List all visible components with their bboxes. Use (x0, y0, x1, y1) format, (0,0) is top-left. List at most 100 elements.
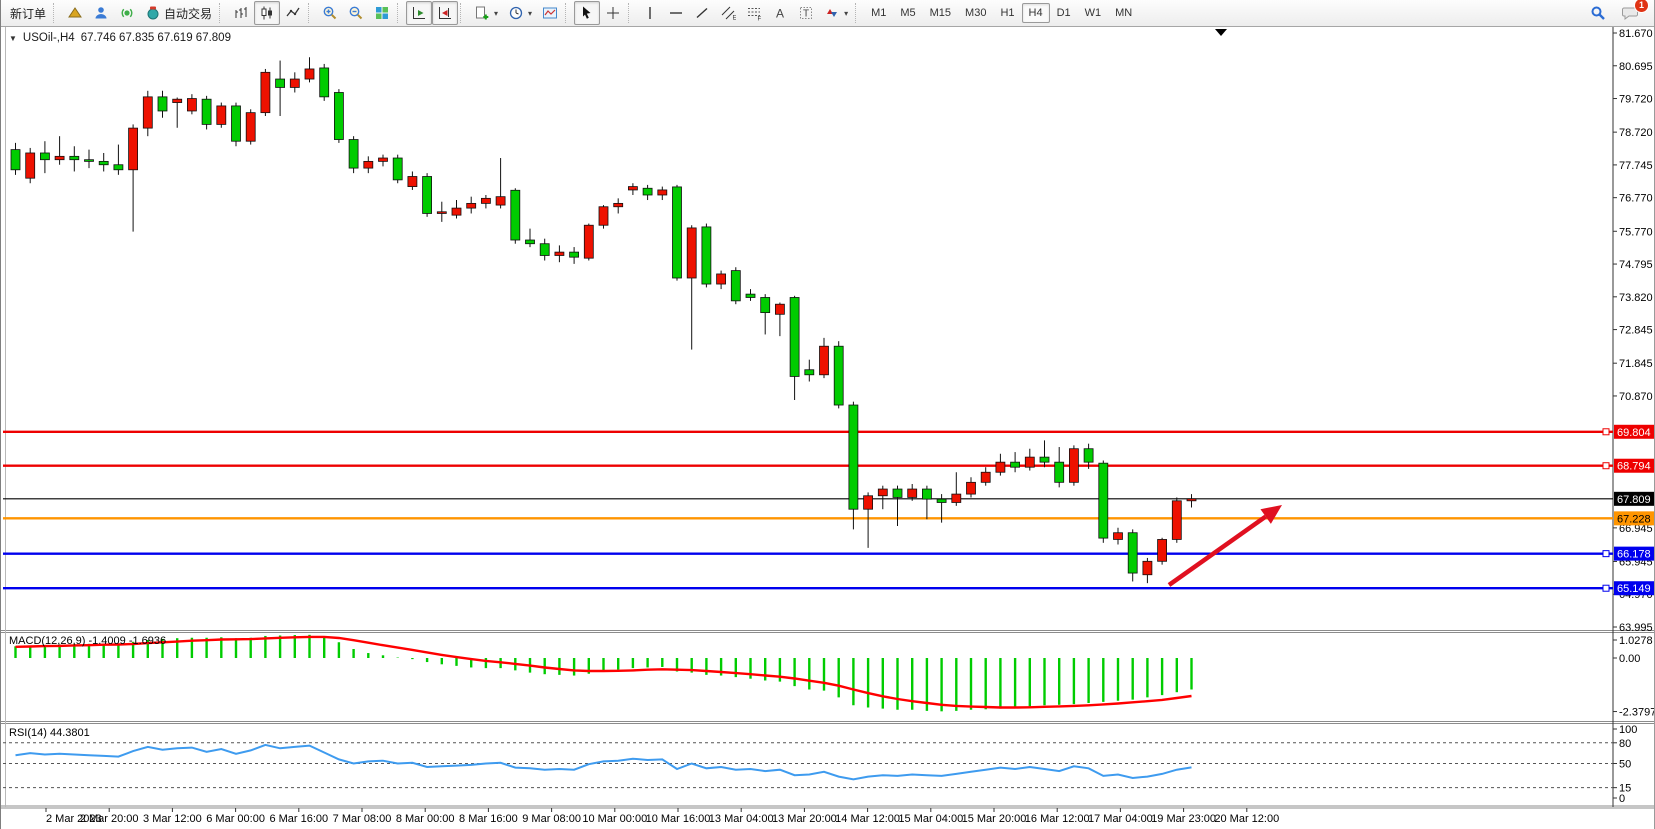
svg-text:14 Mar 12:00: 14 Mar 12:00 (835, 813, 900, 825)
chart-dropdown-icon[interactable]: ▼ (9, 34, 17, 43)
auto-scroll-button[interactable] (406, 1, 432, 25)
chart-shift-button[interactable] (432, 1, 458, 25)
notifications-button[interactable]: 1 (1617, 1, 1644, 25)
tile-windows-button[interactable] (369, 1, 395, 25)
crosshair-button[interactable] (600, 1, 626, 25)
new-order-button[interactable]: 新订单 (5, 1, 51, 25)
hline-icon (668, 5, 684, 21)
chart-title[interactable]: ▼ USOil-,H4 67.746 67.835 67.619 67.809 (9, 32, 231, 44)
chevron-down-icon[interactable]: ▾ (494, 9, 498, 18)
crosshair-icon (605, 5, 621, 21)
search-button[interactable] (1585, 1, 1611, 25)
toolbar-separator (855, 3, 862, 23)
svg-text:1.0278: 1.0278 (1619, 635, 1653, 647)
chartshift-icon (437, 5, 453, 21)
toolbar-main: 新订单 自动交易 ▾ ▾ E F A T ▾ M1M5M15M30H1H4D1W1MN (5, 0, 1585, 26)
svg-text:71.845: 71.845 (1619, 358, 1653, 370)
svg-text:68.794: 68.794 (1617, 461, 1651, 473)
auto-trading-button[interactable]: 自动交易 (140, 1, 217, 25)
chartplay-icon (411, 5, 427, 21)
timeframe-h1-button[interactable]: H1 (993, 3, 1021, 23)
svg-text:F: F (758, 17, 762, 22)
notification-badge: 1 (1634, 0, 1649, 13)
search-icon (1590, 5, 1606, 21)
bar-chart-button[interactable] (228, 1, 254, 25)
chevron-down-icon[interactable]: ▾ (528, 9, 532, 18)
chevron-down-icon[interactable]: ▾ (844, 9, 848, 18)
svg-text:16 Mar 12:00: 16 Mar 12:00 (1025, 813, 1090, 825)
zoom-out-button[interactable] (343, 1, 369, 25)
arrows-button[interactable]: ▾ (819, 1, 853, 25)
timeframe-m1-button[interactable]: M1 (864, 3, 893, 23)
svg-text:79.720: 79.720 (1619, 94, 1653, 106)
chart-canvas[interactable]: 81.67080.69579.72078.72077.74576.77075.7… (1, 27, 1655, 829)
trend-icon (694, 5, 710, 21)
svg-text:8 Mar 16:00: 8 Mar 16:00 (459, 813, 518, 825)
zoomout-icon (348, 5, 364, 21)
fibo-icon: F (746, 5, 762, 21)
toolbar-separator (308, 3, 315, 23)
svg-text:7 Mar 08:00: 7 Mar 08:00 (333, 813, 392, 825)
svg-text:9 Mar 08:00: 9 Mar 08:00 (522, 813, 581, 825)
period-selector-button[interactable]: ▾ (503, 1, 537, 25)
svg-text:6 Mar 16:00: 6 Mar 16:00 (269, 813, 328, 825)
toolbar-separator (565, 3, 572, 23)
line-chart-button[interactable] (280, 1, 306, 25)
text-label-button[interactable]: T (793, 1, 819, 25)
chart-layers: 81.67080.69579.72078.72077.74576.77075.7… (1, 27, 1655, 825)
svg-text:15 Mar 04:00: 15 Mar 04:00 (898, 813, 963, 825)
svg-text:E: E (733, 16, 737, 22)
pyramid-icon (67, 5, 83, 21)
chart-template-button[interactable] (537, 1, 563, 25)
timeframe-m30-button[interactable]: M30 (958, 3, 993, 23)
candle-chart-button[interactable] (254, 1, 280, 25)
svg-text:10 Mar 00:00: 10 Mar 00:00 (582, 813, 647, 825)
svg-text:80: 80 (1619, 738, 1631, 750)
timeframe-mn-button[interactable]: MN (1108, 3, 1139, 23)
template-icon (542, 5, 558, 21)
equidistant-channel-button[interactable]: E (715, 1, 741, 25)
toolbar-separator (53, 3, 60, 23)
svg-text:0.00: 0.00 (1619, 653, 1640, 665)
svg-text:63.995: 63.995 (1619, 622, 1653, 634)
timeframe-h4-button[interactable]: H4 (1022, 3, 1050, 23)
chart-window[interactable]: 81.67080.69579.72078.72077.74576.77075.7… (1, 27, 1655, 829)
profile-button[interactable] (88, 1, 114, 25)
svg-text:3 Mar 12:00: 3 Mar 12:00 (143, 813, 202, 825)
text-button[interactable]: A (767, 1, 793, 25)
trendline-button[interactable] (689, 1, 715, 25)
new-order-label: 新订单 (10, 5, 46, 22)
new-chart-button[interactable]: ▾ (469, 1, 503, 25)
cursor-button[interactable] (574, 1, 600, 25)
toolbar-status: 1 (1585, 1, 1650, 25)
svg-text:-2.3797: -2.3797 (1619, 707, 1655, 719)
svg-text:70.870: 70.870 (1619, 391, 1653, 403)
zoom-in-button[interactable] (317, 1, 343, 25)
signal-icon (119, 5, 135, 21)
tiles-icon (374, 5, 390, 21)
linechart-icon (285, 5, 301, 21)
svg-text:74.795: 74.795 (1619, 259, 1653, 271)
timeframe-m15-button[interactable]: M15 (923, 3, 958, 23)
cursor-icon (579, 5, 595, 21)
timeframe-m5-button[interactable]: M5 (893, 3, 922, 23)
docplus-icon (474, 5, 490, 21)
zoomin-icon (322, 5, 338, 21)
chart-symbol-period: USOil-,H4 (23, 32, 75, 44)
channel-icon: E (720, 5, 736, 21)
auto-trading-label: 自动交易 (164, 5, 212, 22)
svg-text:50: 50 (1619, 759, 1631, 771)
timeframe-d1-button[interactable]: D1 (1050, 3, 1078, 23)
timeframe-w1-button[interactable]: W1 (1078, 3, 1109, 23)
svg-text:6 Mar 00:00: 6 Mar 00:00 (206, 813, 265, 825)
svg-text:17 Mar 04:00: 17 Mar 04:00 (1088, 813, 1153, 825)
horizontal-line-button[interactable] (663, 1, 689, 25)
pyramid-button[interactable] (62, 1, 88, 25)
svg-text:10 Mar 16:00: 10 Mar 16:00 (646, 813, 711, 825)
svg-text:T: T (803, 9, 809, 20)
vertical-line-button[interactable] (637, 1, 663, 25)
svg-text:A: A (776, 7, 784, 21)
fibonacci-button[interactable]: F (741, 1, 767, 25)
signals-button[interactable] (114, 1, 140, 25)
svg-text:76.770: 76.770 (1619, 193, 1653, 205)
